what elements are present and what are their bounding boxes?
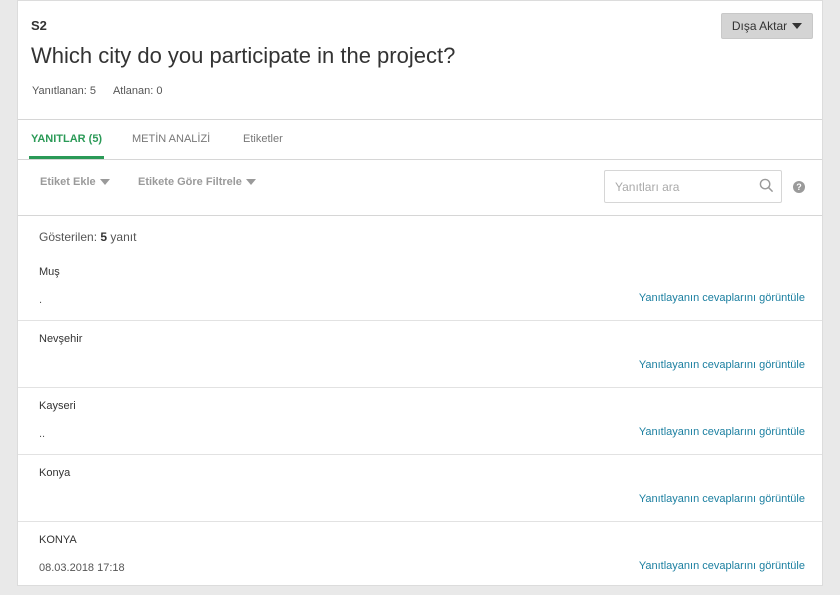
showing-count: Gösterilen: 5 yanıt (39, 230, 136, 244)
filter-by-tag-label: Etikete Göre Filtrele (138, 176, 242, 188)
tab-responses[interactable]: YANITLAR (5) (28, 120, 105, 159)
showing-suffix: yanıt (110, 230, 137, 244)
showing-number: 5 (100, 230, 108, 244)
tab-bar: YANITLAR (5) METİN ANALİZİ Etiketler (18, 119, 822, 160)
search-input[interactable] (605, 171, 757, 202)
export-button-label: Dışa Aktar (731, 19, 788, 33)
response-row: Konya Yanıtlayanın cevaplarını görüntüle (18, 455, 822, 522)
answered-count: 5 (89, 85, 96, 97)
response-row: Nevşehir Yanıtlayanın cevaplarını görünt… (18, 321, 822, 388)
question-stats: Yanıtlanan: 5 Atlanan: 0 (32, 85, 162, 97)
response-answer: Muş (39, 266, 60, 278)
caret-down-icon (792, 23, 803, 29)
view-respondent-link[interactable]: Yanıtlayanın cevaplarını görüntüle (639, 560, 805, 572)
response-row: KONYA 08.03.2018 17:18 Yanıtlayanın ceva… (18, 522, 822, 589)
export-button[interactable]: Dışa Aktar (721, 13, 813, 39)
showing-prefix: Gösterilen: (39, 230, 98, 244)
search-icon[interactable] (759, 178, 774, 193)
caret-down-icon (245, 179, 256, 185)
tab-tags[interactable]: Etiketler (243, 120, 283, 158)
question-number: S2 (31, 18, 47, 33)
response-row: Muş . Yanıtlayanın cevaplarını görüntüle (18, 254, 822, 321)
response-meta: .. (39, 428, 46, 440)
view-respondent-link[interactable]: Yanıtlayanın cevaplarını görüntüle (639, 359, 805, 371)
response-answer: Konya (39, 467, 71, 479)
response-answer: Nevşehir (39, 333, 83, 345)
skipped-count: 0 (156, 85, 163, 97)
search-box (604, 170, 782, 203)
view-respondent-link[interactable]: Yanıtlayanın cevaplarını görüntüle (639, 426, 805, 438)
answered-label: Yanıtlanan: (32, 85, 87, 97)
response-meta: . (39, 294, 43, 306)
response-row: Kayseri .. Yanıtlayanın cevaplarını görü… (18, 388, 822, 455)
filter-bar: Etiket Ekle Etikete Göre Filtrele ? (18, 159, 822, 216)
response-answer: Kayseri (39, 400, 76, 412)
add-tag-dropdown[interactable]: Etiket Ekle (40, 176, 110, 188)
caret-down-icon (99, 179, 110, 185)
skipped-label: Atlanan: (112, 85, 154, 97)
view-respondent-link[interactable]: Yanıtlayanın cevaplarını görüntüle (639, 493, 805, 505)
question-card: S2 Dışa Aktar Which city do you particip… (17, 0, 823, 586)
response-answer: KONYA (39, 534, 77, 546)
add-tag-label: Etiket Ekle (40, 176, 96, 188)
response-meta: 08.03.2018 17:18 (39, 562, 125, 574)
question-title: Which city do you participate in the pro… (31, 43, 456, 68)
filter-by-tag-dropdown[interactable]: Etikete Göre Filtrele (138, 176, 256, 188)
tab-text-analysis[interactable]: METİN ANALİZİ (132, 120, 210, 158)
help-icon[interactable]: ? (793, 181, 805, 193)
skipped-stat: Atlanan: 0 (113, 85, 163, 97)
answered-stat: Yanıtlanan: 5 (32, 85, 96, 97)
view-respondent-link[interactable]: Yanıtlayanın cevaplarını görüntüle (639, 292, 805, 304)
